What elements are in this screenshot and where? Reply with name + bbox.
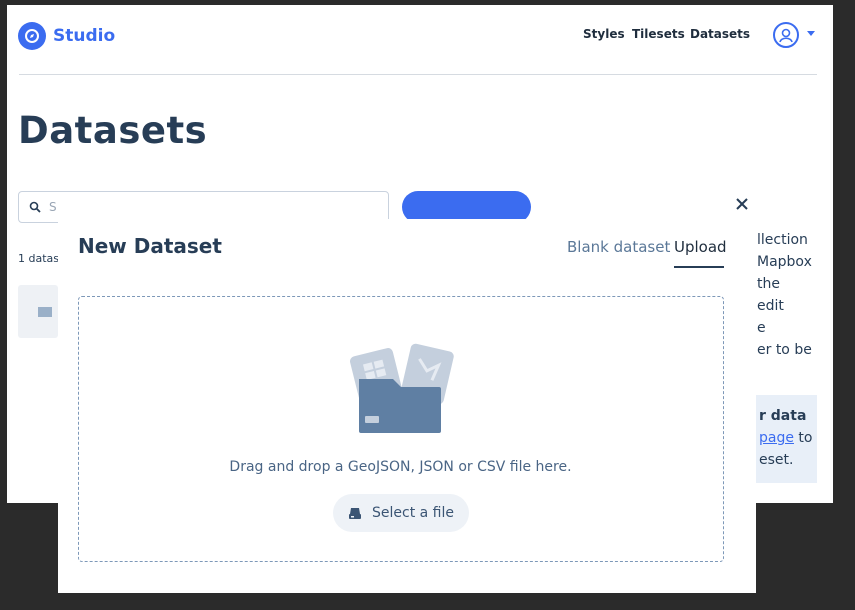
- info-heading: r data: [759, 408, 807, 424]
- tab-upload[interactable]: Upload: [674, 238, 727, 256]
- new-dataset-modal: New Dataset Blank dataset Upload Drag an…: [58, 219, 756, 593]
- sidebar-text-line: the: [757, 276, 780, 292]
- dataset-icon: [38, 307, 52, 317]
- select-file-label: Select a file: [372, 505, 454, 521]
- page-title: Datasets: [18, 109, 208, 152]
- dropzone-instructions: Drag and drop a GeoJSON, JSON or CSV fil…: [229, 459, 572, 475]
- info-last-line: eset.: [759, 452, 794, 468]
- studio-logo[interactable]: Studio: [18, 22, 115, 50]
- sidebar-text-line: edit: [757, 298, 784, 314]
- header-divider: [19, 74, 817, 75]
- select-file-button[interactable]: Select a file: [333, 494, 469, 532]
- dataset-row[interactable]: [18, 285, 58, 338]
- info-link-line: page to: [759, 430, 812, 446]
- app-name: Studio: [53, 26, 116, 46]
- search-icon: [29, 201, 41, 213]
- search-placeholder: S: [49, 200, 57, 214]
- chevron-down-icon[interactable]: [807, 31, 815, 36]
- info-link[interactable]: page: [759, 430, 794, 446]
- sidebar-text-line: e: [757, 320, 766, 336]
- tab-blank-dataset[interactable]: Blank dataset: [567, 238, 670, 256]
- nav-tilesets[interactable]: Tilesets: [632, 27, 685, 41]
- info-link-suffix: to: [793, 430, 813, 446]
- nav-styles[interactable]: Styles: [583, 27, 625, 41]
- user-avatar-icon[interactable]: [773, 22, 799, 48]
- file-dropzone[interactable]: Drag and drop a GeoJSON, JSON or CSV fil…: [78, 296, 724, 562]
- compass-icon: [18, 22, 46, 50]
- top-navbar: Studio Styles Tilesets Datasets: [7, 5, 833, 75]
- modal-title: New Dataset: [78, 234, 222, 258]
- active-tab-indicator: [674, 266, 724, 268]
- folder-upload-icon: [350, 343, 454, 433]
- hard-drive-icon: [349, 508, 361, 519]
- sidebar-text-line: er to be: [757, 342, 812, 358]
- close-icon[interactable]: [734, 196, 750, 212]
- sidebar-text-line: Mapbox: [757, 254, 812, 270]
- nav-datasets[interactable]: Datasets: [690, 27, 750, 41]
- sidebar-text-line: llection: [757, 232, 808, 248]
